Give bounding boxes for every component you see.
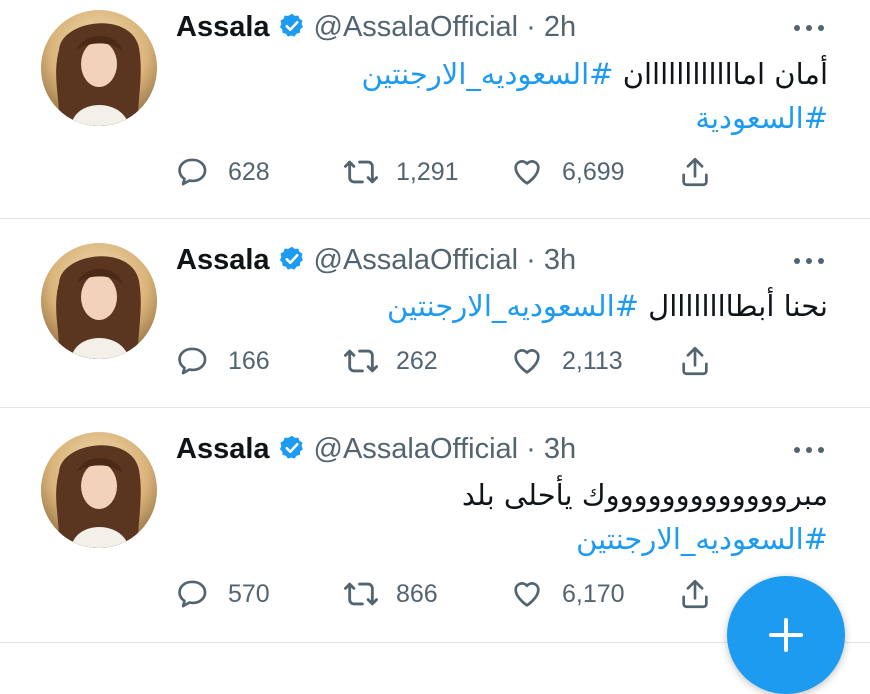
verified-badge-icon (278, 245, 306, 279)
reply-button[interactable]: 166 (176, 341, 270, 381)
reply-icon (178, 580, 207, 608)
like-button[interactable]: 6,170 (510, 574, 625, 614)
retweet-count: 262 (396, 346, 438, 375)
tweet-text: مبروووووووووووووك يأحلى بلد #السعوديه_ال… (462, 473, 828, 561)
display-name[interactable]: Assala (176, 244, 270, 276)
heart-icon (514, 349, 540, 374)
verified-badge-icon (278, 434, 306, 468)
retweet-icon (343, 349, 378, 373)
more-icon[interactable] (792, 442, 826, 453)
reply-icon (178, 158, 207, 186)
hashtag-link[interactable]: #السعودية (695, 101, 828, 135)
tweet-text-plain: نحنا أبطاااااااال (638, 289, 828, 323)
retweet-icon (343, 582, 378, 606)
retweet-count: 866 (396, 579, 438, 608)
timestamp[interactable]: · 2h (526, 11, 576, 43)
verified-badge-icon (278, 12, 306, 46)
like-button[interactable]: 6,699 (510, 152, 625, 192)
share-button[interactable] (678, 341, 712, 381)
reply-count: 628 (228, 157, 270, 186)
share-icon (682, 346, 708, 376)
handle[interactable]: @AssalaOfficial (314, 244, 519, 276)
hashtag-link[interactable]: #السعوديه_الارجنتين (362, 57, 614, 91)
compose-tweet-button[interactable] (727, 576, 845, 694)
tweet-header: Assala @AssalaOfficial · 3h (176, 245, 576, 279)
like-count: 6,170 (562, 579, 625, 608)
heart-icon (514, 160, 540, 185)
tweet-actions: 166 262 2,113 (0, 341, 870, 381)
tweet-header: Assala @AssalaOfficial · 3h (176, 434, 576, 468)
retweet-button[interactable]: 866 (342, 574, 438, 614)
tweet-header: Assala @AssalaOfficial · 2h (176, 12, 576, 46)
more-icon[interactable] (792, 253, 826, 264)
handle[interactable]: @AssalaOfficial (314, 433, 519, 465)
tweet-text-plain: أمان اماااااااااااان (613, 57, 828, 91)
avatar[interactable] (41, 10, 157, 126)
share-icon (682, 579, 708, 609)
tweet-text: أمان اماااااااااااان #السعوديه_الارجنتين… (362, 52, 828, 140)
retweet-icon (343, 160, 378, 184)
handle[interactable]: @AssalaOfficial (314, 11, 519, 43)
timestamp[interactable]: · 3h (526, 244, 576, 276)
reply-count: 166 (228, 346, 270, 375)
like-button[interactable]: 2,113 (510, 341, 623, 381)
share-button[interactable] (678, 574, 712, 614)
retweet-count: 1,291 (396, 157, 459, 186)
plus-icon (769, 618, 803, 652)
tweet[interactable]: Assala @AssalaOfficial · 3h نحنا أبطااااا… (0, 219, 870, 407)
tweet-actions: 628 1,291 6,699 (0, 152, 870, 192)
display-name[interactable]: Assala (176, 11, 270, 43)
avatar[interactable] (41, 432, 157, 548)
display-name[interactable]: Assala (176, 433, 270, 465)
like-count: 2,113 (562, 346, 623, 375)
reply-button[interactable]: 570 (176, 574, 270, 614)
hashtag-link[interactable]: #السعوديه_الارجنتين (387, 289, 639, 323)
share-icon (682, 157, 708, 187)
retweet-button[interactable]: 1,291 (342, 152, 459, 192)
tweet[interactable]: Assala @AssalaOfficial · 2h أمان اماااااا… (0, 0, 870, 218)
reply-icon (178, 347, 207, 375)
hashtag-link[interactable]: #السعوديه_الارجنتين (576, 522, 828, 556)
heart-icon (514, 582, 540, 607)
tweet-text: نحنا أبطاااااااال #السعوديه_الارجنتين (387, 284, 828, 328)
share-button[interactable] (678, 152, 712, 192)
timestamp[interactable]: · 3h (526, 433, 576, 465)
retweet-button[interactable]: 262 (342, 341, 438, 381)
more-icon[interactable] (792, 20, 826, 31)
reply-button[interactable]: 628 (176, 152, 270, 192)
tweet-text-plain: مبروووووووووووووك يأحلى بلد (461, 478, 828, 512)
reply-count: 570 (228, 579, 270, 608)
like-count: 6,699 (562, 157, 625, 186)
